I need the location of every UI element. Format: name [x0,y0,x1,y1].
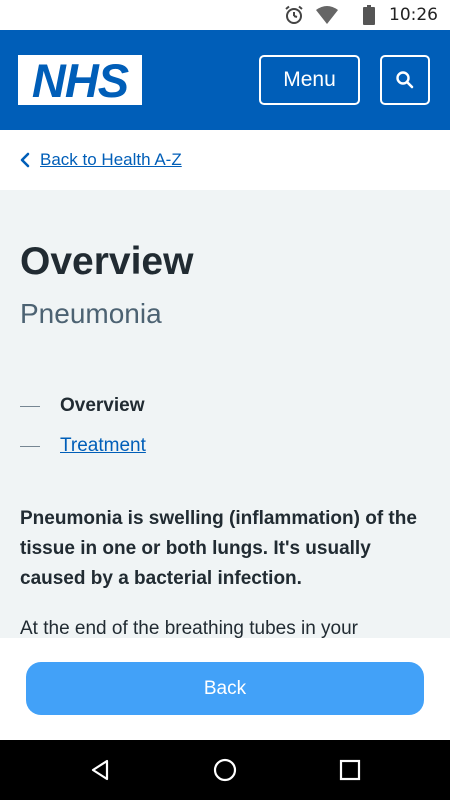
nav-bar [0,740,450,800]
footer-area: Back [0,638,450,740]
nhs-header: NHS Menu [0,30,450,130]
battery-icon [363,5,375,25]
nhs-logo[interactable]: NHS [18,55,142,105]
recents-square-icon[interactable] [335,755,365,785]
contents-item-overview: Overview [20,386,430,426]
home-circle-icon[interactable] [210,755,240,785]
chevron-left-icon [20,152,30,168]
page-subtitle: Pneumonia [20,298,162,329]
lead-paragraph: Pneumonia is swelling (inflammation) of … [20,508,417,589]
search-button[interactable] [380,55,430,105]
status-time: 10:26 [389,5,438,25]
menu-button[interactable]: Menu [259,55,360,105]
back-button[interactable]: Back [26,662,424,715]
contents-list: Overview Treatment [20,386,430,466]
back-triangle-icon[interactable] [85,755,115,785]
screen: 10:26 NHS Menu Back to Health A-Z Overvi… [0,0,450,800]
search-icon [395,70,415,90]
contents-item-treatment[interactable]: Treatment [20,426,430,466]
body-paragraph: At the end of the breathing tubes in you… [20,618,359,638]
page-title: Overview [20,240,194,283]
contents-dash [20,405,40,407]
breadcrumb: Back to Health A-Z [0,130,450,190]
nhs-logo-text: NHS [31,53,129,107]
treatment-link[interactable]: Treatment [60,435,146,457]
status-bar: 10:26 [0,0,450,30]
contents-dash [20,445,40,447]
wifi-icon [315,5,339,25]
back-to-health-az-link[interactable]: Back to Health A-Z [40,150,182,170]
alarm-icon [283,4,305,26]
main-content: Overview Pneumonia Overview Treatment Pn… [0,190,450,638]
contents-current-label: Overview [60,395,145,416]
